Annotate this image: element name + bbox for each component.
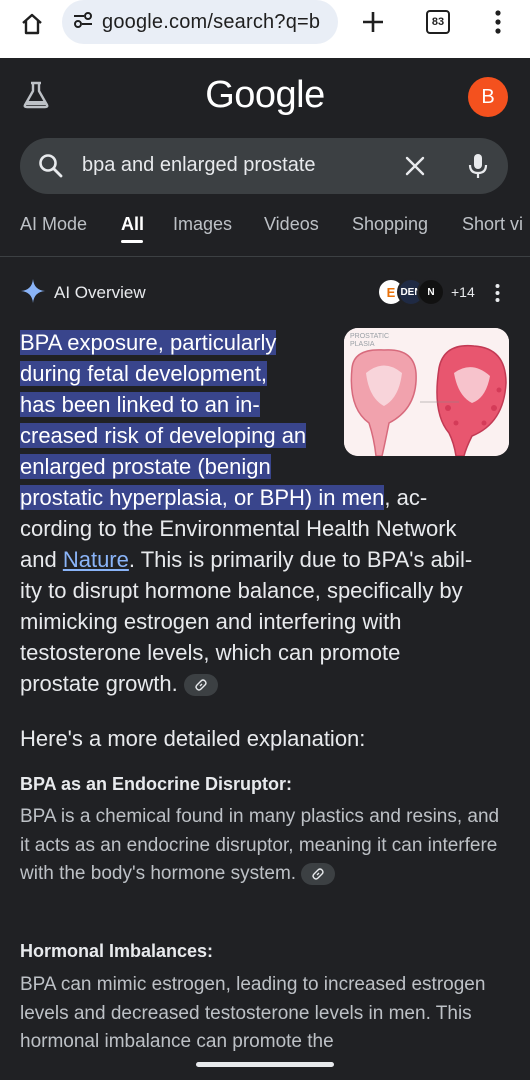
tab-ai-mode[interactable]: AI Mode bbox=[20, 214, 87, 235]
avatar-letter: B bbox=[481, 85, 495, 108]
source-favicons[interactable]: E DEN N +14 bbox=[377, 278, 475, 306]
search-input[interactable]: bpa and enlarged prostate bbox=[82, 154, 316, 177]
ai-overview-lead: BPA exposure, particularly during fetal … bbox=[20, 327, 510, 699]
highlighted-text: creased risk of developing an bbox=[20, 423, 307, 448]
highlighted-text: BPA exposure, particularly bbox=[20, 330, 277, 355]
search-icon bbox=[38, 153, 64, 184]
clear-search-icon[interactable] bbox=[403, 154, 427, 183]
new-tab-icon[interactable] bbox=[358, 7, 388, 37]
section-heading: Here's a more detailed explanation: bbox=[20, 726, 366, 751]
overview-line: testosterone levels, which can promote bbox=[20, 640, 401, 665]
tab-images[interactable]: Images bbox=[173, 214, 232, 235]
search-tabs: AI Mode All Images Videos Shopping Short… bbox=[0, 214, 530, 248]
lead-tail: , ac- bbox=[384, 485, 428, 510]
ai-overview-menu-icon[interactable] bbox=[490, 281, 504, 305]
nature-link[interactable]: Nature bbox=[63, 547, 129, 572]
highlighted-text: during fetal development, bbox=[20, 361, 268, 386]
tab-shopping[interactable]: Shopping bbox=[352, 214, 428, 235]
active-tab-indicator bbox=[121, 240, 143, 243]
gesture-navigation-bar[interactable] bbox=[196, 1062, 334, 1067]
browser-toolbar: google.com/search?q=b 83 bbox=[0, 0, 530, 58]
search-box[interactable]: bpa and enlarged prostate bbox=[20, 138, 508, 194]
highlighted-text: enlarged prostate (benign bbox=[20, 454, 271, 479]
address-bar[interactable]: google.com/search?q=b bbox=[62, 0, 338, 44]
tab-count: 83 bbox=[431, 16, 445, 28]
overview-text: prostate growth. bbox=[20, 671, 178, 696]
overview-line: cording to the Environmental Health Netw… bbox=[20, 516, 457, 541]
sparkle-icon bbox=[20, 278, 46, 309]
highlighted-text: has been linked to an in- bbox=[20, 392, 260, 417]
ai-overview-title: AI Overview bbox=[54, 283, 146, 302]
citation-link-icon[interactable] bbox=[301, 862, 336, 885]
url-text: google.com/search?q=b bbox=[102, 10, 321, 33]
account-avatar[interactable]: B bbox=[468, 77, 508, 117]
subsection-body: BPA can mimic estrogen, leading to incre… bbox=[20, 974, 486, 1051]
tab-short-videos[interactable]: Short vi bbox=[462, 214, 523, 235]
google-logo[interactable]: Google bbox=[0, 74, 530, 117]
home-icon[interactable] bbox=[17, 9, 47, 39]
citation-link-icon[interactable] bbox=[183, 674, 218, 697]
overview-line: mimicking estrogen and interfering with bbox=[20, 609, 402, 634]
source-favicon: N bbox=[417, 278, 445, 306]
ai-overview-header: AI Overview bbox=[20, 278, 146, 308]
microphone-icon[interactable] bbox=[467, 152, 489, 185]
subsection-text: BPA can mimic estrogen, leading to incre… bbox=[20, 971, 510, 1051]
tab-all[interactable]: All bbox=[121, 214, 144, 235]
site-settings-icon[interactable] bbox=[72, 11, 94, 34]
tab-switcher-button[interactable]: 83 bbox=[426, 10, 450, 34]
overview-text: . This is primarily due to BPA's abil- bbox=[128, 547, 473, 572]
tab-videos[interactable]: Videos bbox=[264, 214, 319, 235]
tabs-divider bbox=[0, 256, 530, 257]
overview-line: ity to disrupt hormone balance, specific… bbox=[20, 578, 463, 603]
overview-text: and bbox=[20, 547, 63, 572]
subsection-title: BPA as an Endocrine Disruptor: bbox=[20, 774, 293, 794]
subsection-body: BPA is a chemical found in many plastics… bbox=[20, 806, 500, 884]
browser-menu-icon[interactable] bbox=[488, 7, 508, 37]
subsection-text: BPA is a chemical found in many plastics… bbox=[20, 803, 510, 889]
highlighted-text: prostatic hyperplasia, or BPH) in men bbox=[20, 485, 385, 510]
more-sources-count: +14 bbox=[451, 284, 475, 300]
subsection-title: Hormonal Imbalances: bbox=[20, 941, 214, 961]
